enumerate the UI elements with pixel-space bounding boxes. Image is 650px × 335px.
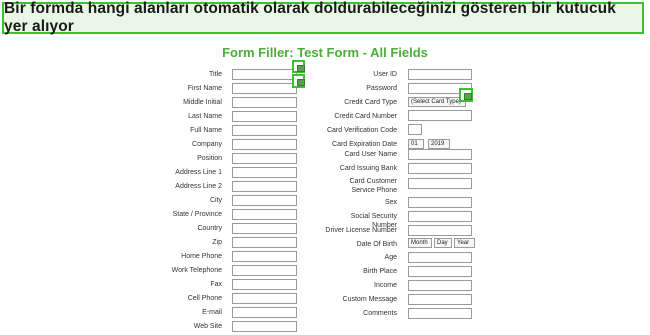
autofill-icon: [297, 79, 305, 86]
label-password: Password: [366, 85, 397, 92]
company-input[interactable]: [232, 139, 297, 150]
label-credit-card-type: Credit Card Type: [344, 99, 397, 106]
dob-year-select[interactable]: Year: [454, 238, 475, 248]
label-last-name: Last Name: [188, 113, 222, 120]
label-work-telephone: Work Telephone: [171, 267, 222, 274]
comments-input[interactable]: [408, 308, 472, 319]
credit-card-type-select[interactable]: (Select Card Type): [408, 97, 466, 107]
label-cell-phone: Cell Phone: [187, 295, 222, 302]
work-telephone-input[interactable]: [232, 265, 297, 276]
position-input[interactable]: [232, 153, 297, 164]
email-input[interactable]: [232, 307, 297, 318]
sex-input[interactable]: [408, 197, 472, 208]
address-line-1-input[interactable]: [232, 167, 297, 178]
autofill-icon: [464, 93, 472, 100]
zip-input[interactable]: [232, 237, 297, 248]
dob-month-select[interactable]: Month: [408, 238, 432, 248]
label-position: Position: [197, 155, 222, 162]
label-age: Age: [384, 254, 397, 261]
autofill-highlight-title[interactable]: [292, 60, 305, 73]
caption-banner: Bir formda hangi alanları otomatik olara…: [2, 0, 644, 35]
label-card-verification-code: Card Verification Code: [326, 127, 397, 134]
label-full-name: Full Name: [190, 127, 222, 134]
credit-card-number-input[interactable]: [408, 110, 472, 121]
label-sex: Sex: [384, 199, 397, 206]
birth-place-input[interactable]: [408, 266, 472, 277]
label-comments: Comments: [363, 310, 397, 317]
card-expiration-year-select[interactable]: 2019: [428, 139, 450, 149]
label-country: Country: [197, 225, 222, 232]
label-fax: Fax: [210, 281, 222, 288]
income-input[interactable]: [408, 280, 472, 291]
label-address-line-1: Address Line 1: [175, 169, 222, 176]
label-income: Income: [374, 282, 397, 289]
web-site-input[interactable]: [232, 321, 297, 332]
label-card-user-name: Card User Name: [344, 151, 397, 158]
label-date-of-birth: Date Of Birth: [356, 241, 397, 248]
label-email: E-mail: [202, 309, 222, 316]
state-province-input[interactable]: [232, 209, 297, 220]
card-issuing-bank-input[interactable]: [408, 163, 472, 174]
city-input[interactable]: [232, 195, 297, 206]
user-id-input[interactable]: [408, 69, 472, 80]
label-custom-message: Custom Message: [342, 296, 397, 303]
card-user-name-input[interactable]: [408, 149, 472, 160]
label-birth-place: Birth Place: [363, 268, 397, 275]
label-card-customer-service-phone: Card Customer Service Phone: [349, 178, 397, 194]
label-title: Title: [209, 71, 222, 78]
cell-phone-input[interactable]: [232, 293, 297, 304]
custom-message-input[interactable]: [408, 294, 472, 305]
label-user-id: User ID: [373, 71, 397, 78]
age-input[interactable]: [408, 252, 472, 263]
address-line-2-input[interactable]: [232, 181, 297, 192]
middle-initial-input[interactable]: [232, 97, 297, 108]
label-card-issuing-bank: Card Issuing Bank: [339, 165, 397, 172]
label-first-name: First Name: [187, 85, 222, 92]
full-name-input[interactable]: [232, 125, 297, 136]
label-zip: Zip: [212, 239, 222, 246]
country-input[interactable]: [232, 223, 297, 234]
form-title: Form Filler: Test Form - All Fields: [222, 45, 428, 60]
label-city: City: [209, 197, 222, 204]
fax-input[interactable]: [232, 279, 297, 290]
caption-text: Bir formda hangi alanları otomatik olara…: [4, 0, 616, 35]
autofill-icon: [297, 65, 305, 72]
label-credit-card-number: Credit Card Number: [334, 113, 397, 120]
label-driver-license-number: Driver License Number: [325, 227, 397, 234]
card-customer-service-phone-input[interactable]: [408, 178, 472, 189]
label-company: Company: [192, 141, 222, 148]
label-state-province: State / Province: [172, 211, 222, 218]
driver-license-number-input[interactable]: [408, 225, 472, 236]
autofill-highlight-first-name[interactable]: [292, 74, 305, 88]
label-home-phone: Home Phone: [181, 253, 222, 260]
dob-day-select[interactable]: Day: [434, 238, 452, 248]
title-input[interactable]: [232, 69, 297, 80]
card-expiration-month-select[interactable]: 01: [408, 139, 424, 149]
label-web-site: Web Site: [193, 323, 222, 330]
home-phone-input[interactable]: [232, 251, 297, 262]
social-security-number-input[interactable]: [408, 211, 472, 222]
first-name-input[interactable]: [232, 83, 297, 94]
label-address-line-2: Address Line 2: [175, 183, 222, 190]
autofill-highlight-password[interactable]: [459, 88, 473, 102]
label-middle-initial: Middle Initial: [183, 99, 222, 106]
last-name-input[interactable]: [232, 111, 297, 122]
card-verification-code-input[interactable]: [408, 124, 422, 135]
label-card-expiration-date: Card Expiration Date: [332, 141, 397, 148]
